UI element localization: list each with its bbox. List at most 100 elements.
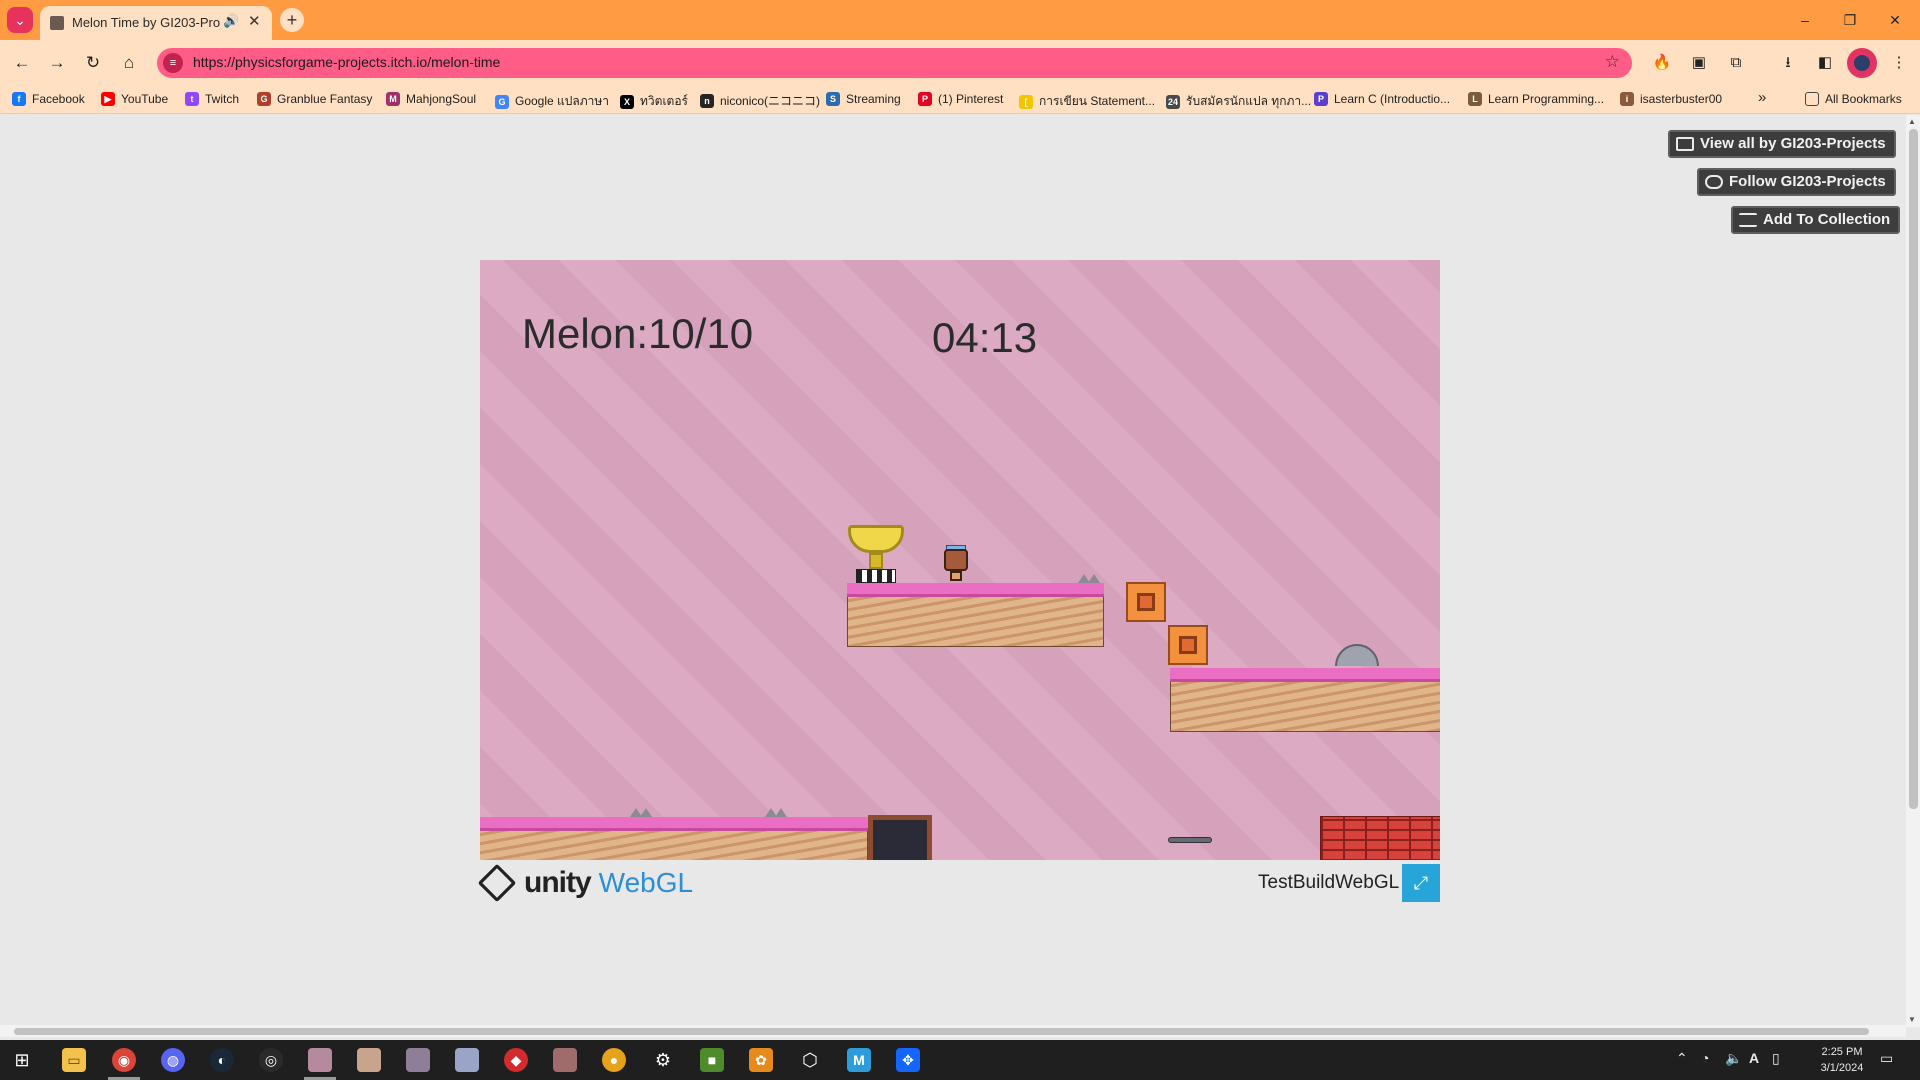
platform-grass [847,583,1104,597]
settings-icon[interactable]: ⚙ [651,1048,675,1072]
extensions-puzzle-icon[interactable]: ⧉ [1723,50,1749,76]
scroll-down-arrow-icon[interactable]: ▼ [1908,1015,1916,1024]
bookmark-isasterbuster[interactable]: i isasterbuster00 [1620,92,1722,106]
reload-icon[interactable]: ↻ [80,50,106,76]
window-close-button[interactable]: ✕ [1875,8,1915,32]
url-text[interactable]: https://physicsforgame-projects.itch.io/… [193,54,500,70]
app-m-icon[interactable]: M [847,1048,871,1072]
horizontal-scroll-thumb[interactable] [14,1028,1869,1035]
vertical-scroll-thumb[interactable] [1909,129,1918,809]
bookmark-label: Learn C (Introductio... [1334,92,1451,106]
add-to-collection-button[interactable]: Add To Collection [1731,206,1901,234]
address-bar[interactable]: ≡ https://physicsforgame-projects.itch.i… [157,48,1632,78]
bookmark-granblue[interactable]: G Granblue Fantasy [257,92,372,106]
vertical-scrollbar[interactable]: ▲ ▼ [1906,115,1920,1027]
more-bookmarks-chevron-icon[interactable]: » [1758,89,1766,106]
ground-platform [480,817,868,860]
wifi-icon[interactable]: ◔ [1701,1050,1709,1066]
site-info-icon[interactable]: ≡ [163,53,183,73]
extension-flame-icon[interactable]: 🔥 [1649,50,1675,76]
restore-button[interactable]: ❐ [1830,8,1870,32]
x-icon: X [620,94,634,109]
bookmark-google-translate[interactable]: G Google แปลภาษา [495,92,609,111]
bookmark-pinterest[interactable]: P (1) Pinterest [918,92,1003,106]
download-icon[interactable]: ⭳ [1775,50,1801,76]
spike-trap [1088,574,1100,583]
home-icon[interactable]: ⌂ [116,50,142,76]
discord-icon[interactable]: ◍ [161,1048,185,1072]
horizontal-scrollbar[interactable] [0,1025,1906,1037]
file-explorer-icon[interactable]: ▭ [62,1048,86,1072]
pinterest-icon: P [918,92,932,106]
granblue-icon: G [257,92,271,106]
forward-arrow-icon[interactable]: → [44,50,70,76]
floating-lever [1168,837,1212,843]
fullscreen-icon[interactable]: ⤢ [1402,864,1440,902]
remote-play-icon[interactable]: ✥ [896,1048,920,1072]
tablet-mode-icon[interactable]: ▯ [1772,1050,1780,1067]
follow-button[interactable]: Follow GI203-Projects [1697,168,1896,196]
trophy-stem [869,553,883,569]
game-app-icon-2[interactable] [357,1048,381,1072]
mahjongsoul-icon: M [386,92,400,106]
volume-icon[interactable]: 🔈 [1725,1050,1742,1067]
picture-in-picture-icon[interactable]: ▣ [1686,50,1712,76]
epic-like-icon[interactable]: ◆ [504,1048,528,1072]
bookmark-label: Google แปลภาษา [515,94,610,108]
crate-block [1168,625,1208,665]
bookmark-label: Streaming [846,92,901,106]
minecraft-icon[interactable]: ■ [700,1048,724,1072]
bookmarks-bar: f Facebook ▶ YouTube t Twitch G Granblue Fan… [0,86,1920,114]
tab-close-icon[interactable]: ✕ [248,12,261,30]
back-arrow-icon[interactable]: ← [9,50,35,76]
fl-studio-icon[interactable]: ✿ [749,1048,773,1072]
new-tab-button[interactable]: + [280,8,304,32]
side-panel-icon[interactable]: ◧ [1812,50,1838,76]
unity-hub-icon[interactable]: ⬡ [798,1048,822,1072]
game-app-icon-1[interactable] [308,1048,332,1072]
launcher-icon[interactable]: ● [602,1048,626,1072]
profile-avatar[interactable] [1847,48,1877,78]
bookmark-niconico[interactable]: n niconico(ニコニコ) [700,92,820,109]
translate-icon: G [495,94,509,109]
bookmark-mahjongsoul[interactable]: M MahjongSoul [386,92,476,106]
bookmark-twitch[interactable]: t Twitch [185,92,239,106]
bookmark-star-icon[interactable]: ☆ [1605,52,1620,72]
chrome-menu-icon[interactable]: ⋮ [1886,50,1912,76]
trophy-icon [848,525,904,553]
windows-start-icon[interactable]: ⊞ [10,1048,34,1072]
minimize-button[interactable]: – [1785,8,1825,32]
chrome-icon[interactable]: ◉ [112,1048,136,1072]
platform-grass [480,817,868,831]
bookmark-twitter[interactable]: X ทวิตเตอร์ [620,92,688,111]
notification-icon[interactable]: ▭ [1880,1050,1893,1067]
saw-blade-hazard [1335,644,1379,666]
all-bookmarks-button[interactable]: All Bookmarks [1805,92,1902,106]
game-canvas[interactable]: Melon:10/10 04:13 [480,260,1440,860]
game-app-icon-5[interactable] [553,1048,577,1072]
player-head [944,549,968,571]
spike-trap [640,808,652,817]
scroll-up-arrow-icon[interactable]: ▲ [1908,117,1916,126]
bookmark-learn-programming[interactable]: L Learn Programming... [1468,92,1604,106]
bookmark-label: การเขียน Statement... [1039,94,1156,108]
input-language-icon[interactable]: A [1749,1050,1759,1066]
game-app-icon-3[interactable] [406,1048,430,1072]
view-all-button[interactable]: View all by GI203-Projects [1668,130,1896,158]
ubisoft-icon[interactable]: ◎ [259,1048,283,1072]
niconico-icon: n [700,93,714,108]
system-clock[interactable]: 2:25 PM 3/1/2024 [1812,1044,1872,1076]
steam-icon[interactable]: ◐ [210,1048,234,1072]
bookmark-translator-jobs[interactable]: 24 รับสมัครนักแปล ทุกภา... [1166,92,1311,111]
show-hidden-icons-chevron-icon[interactable]: ⌃ [1676,1050,1688,1067]
speaker-icon[interactable]: 🔊 [223,13,239,29]
bookmark-streaming[interactable]: S Streaming [826,92,901,106]
bookmark-youtube[interactable]: ▶ YouTube [101,92,168,106]
bookmark-statement[interactable]: [การเขียน Statement... [1019,92,1155,111]
tab-search-button[interactable]: ⌄ [7,7,33,33]
active-tab[interactable]: Melon Time by GI203-Proje 🔊 ✕ [40,6,272,40]
bookmark-label: MahjongSoul [406,92,477,106]
game-app-icon-4[interactable] [455,1048,479,1072]
bookmark-facebook[interactable]: f Facebook [12,92,85,106]
bookmark-learn-c[interactable]: P Learn C (Introductio... [1314,92,1450,106]
